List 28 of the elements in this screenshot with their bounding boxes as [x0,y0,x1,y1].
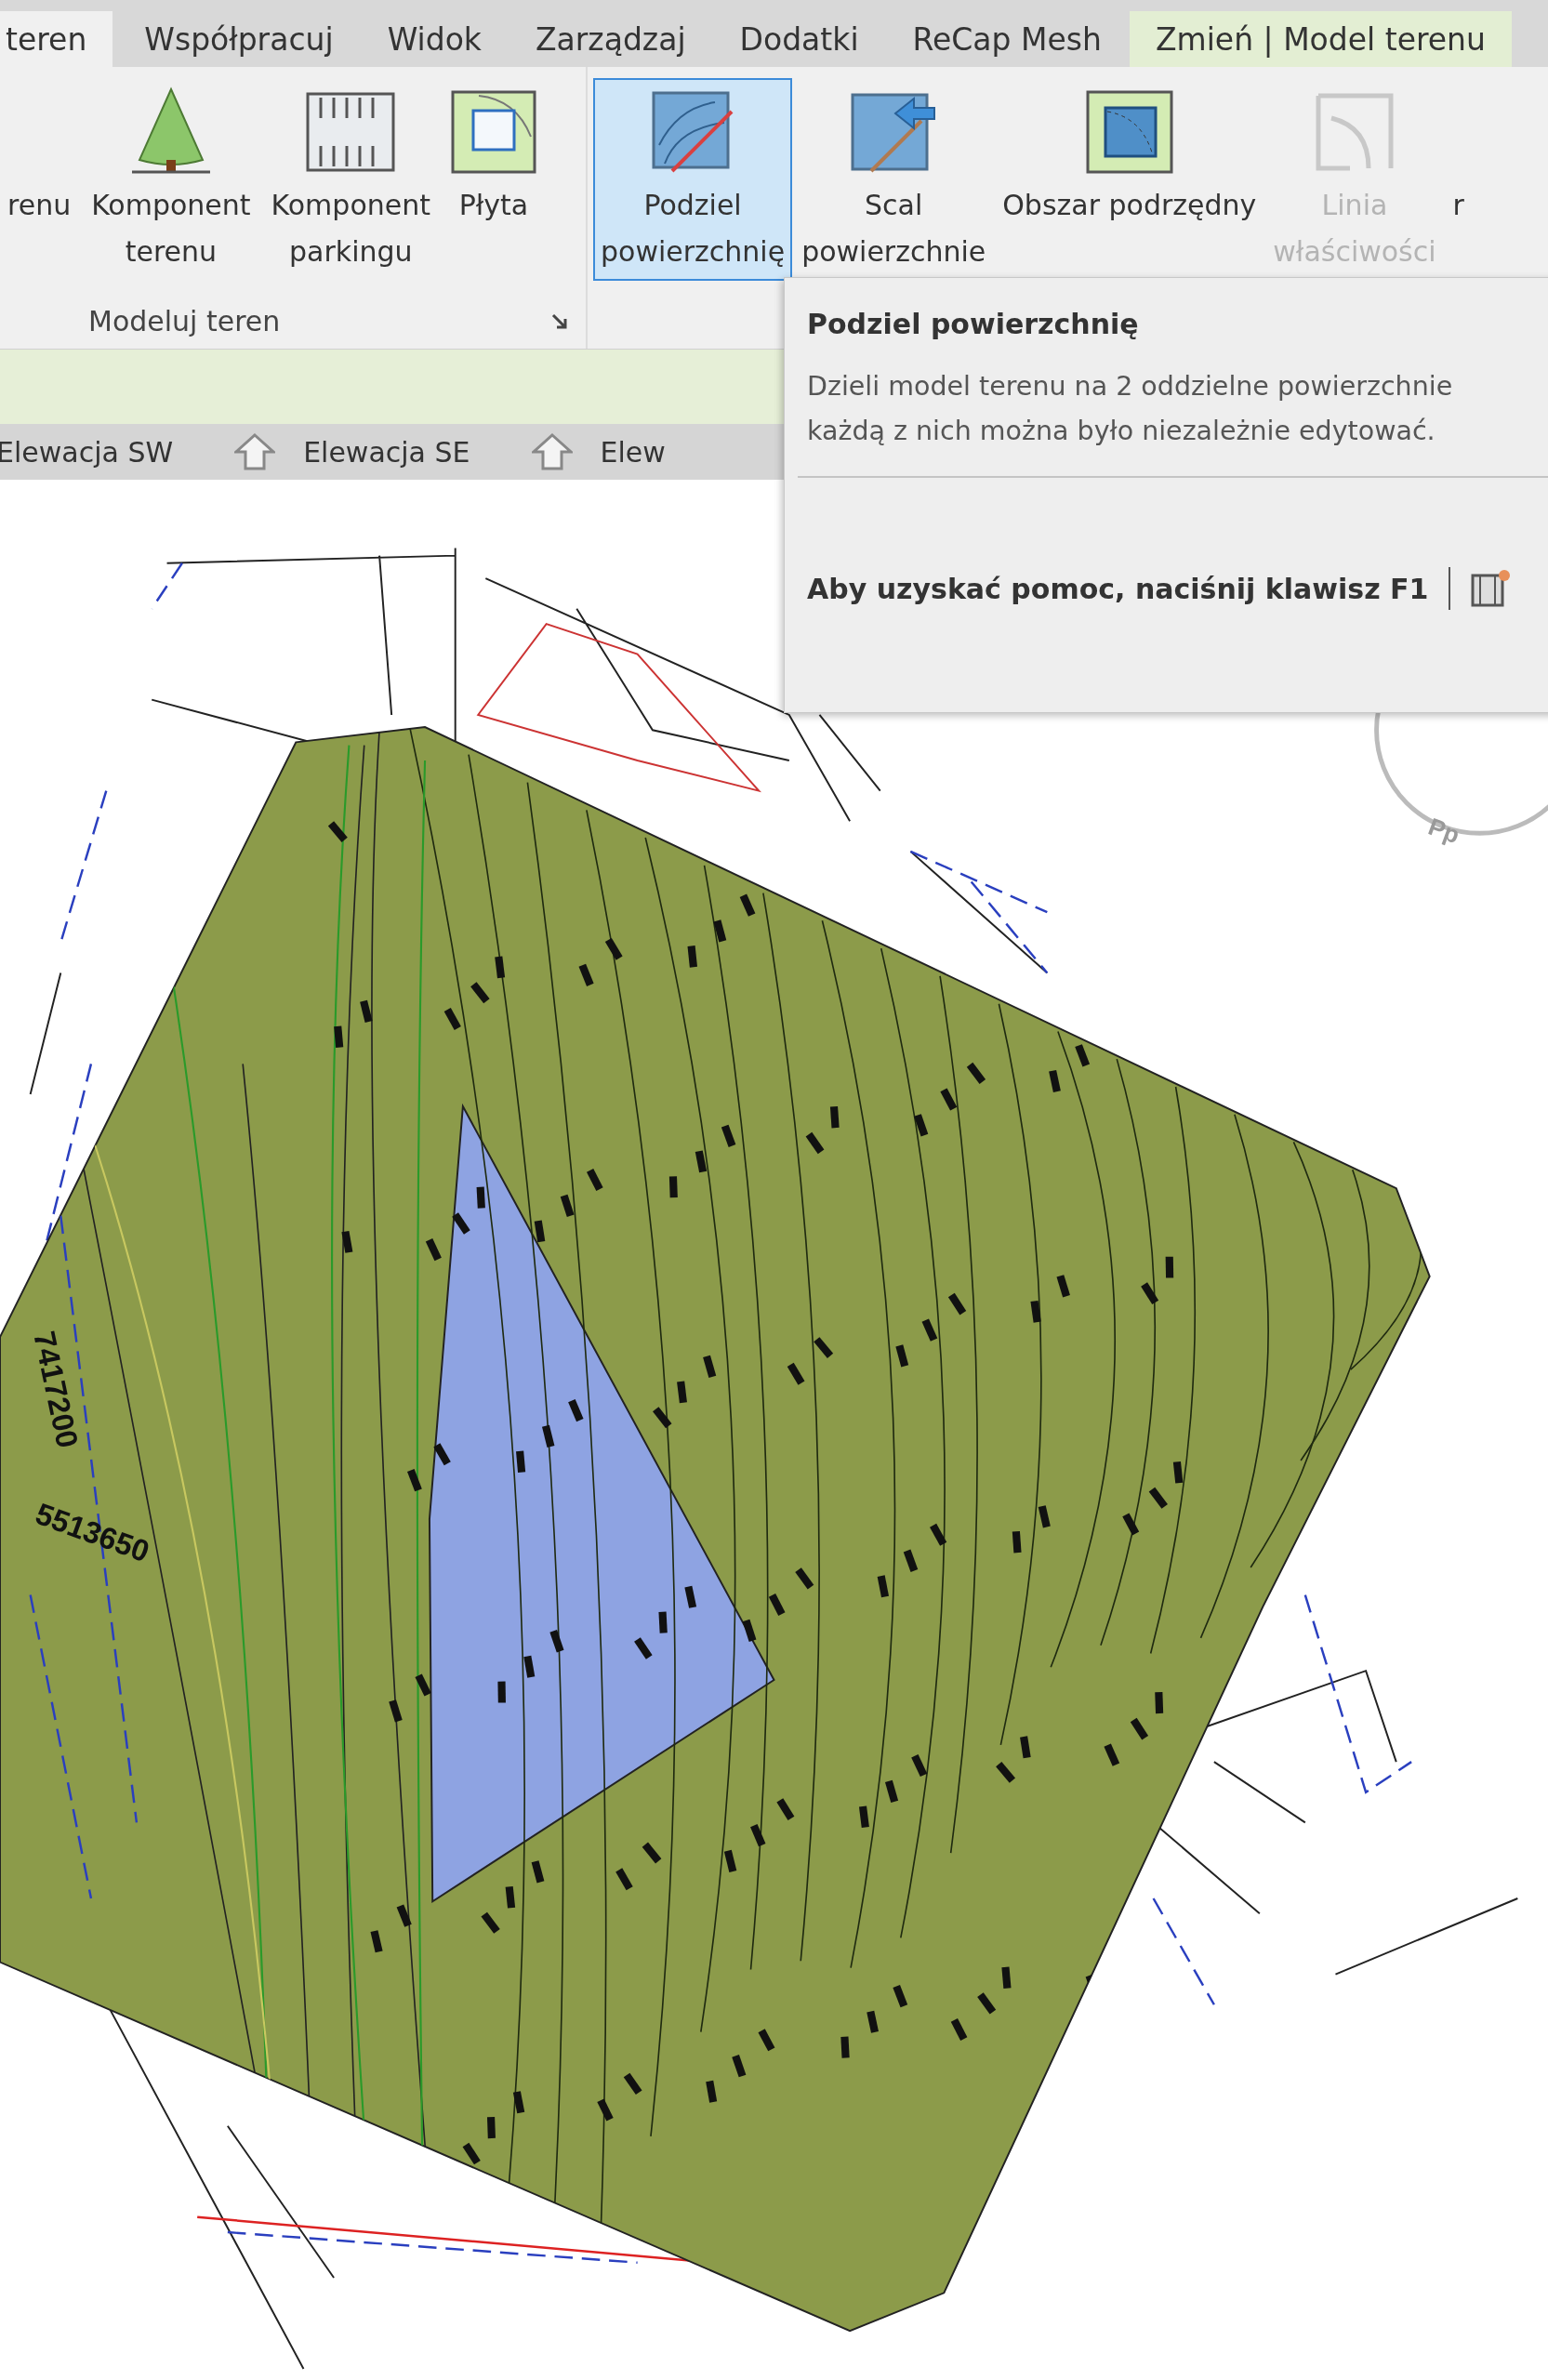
ribbon-tab[interactable]: ReCap Mesh [886,11,1128,67]
tooltip-description: Dzieli model terenu na 2 oddzielne powierzchnie każdą z nich można było niezależnie edytować. [806,370,1454,448]
ribbon-tab[interactable]: Zarządzaj [509,11,712,67]
coordinate-label: 7417200 [27,1328,86,1451]
ribbon-tab[interactable]: Widok [361,11,508,67]
coordinate-label: Pp [1424,812,1463,850]
panel-title: Modeluj teren [88,305,281,337]
subregion-icon [1084,89,1174,175]
ribbon-tab[interactable]: teren [0,11,113,67]
ribbon-tab[interactable]: Współpracuj [118,11,360,67]
parking-icon [306,92,396,172]
ribbon-button[interactable]: Komponent parkingu [263,78,438,281]
view-tab[interactable]: Elewacja SE [303,435,470,469]
tooltip-help-text: Aby uzyskać pomoc, naciśnij klawisz F1 [807,572,1429,605]
ribbon-button[interactable]: renu [0,78,79,281]
house-icon [531,433,573,470]
ribbon-button[interactable]: Płyta [443,78,544,281]
ribbon-button[interactable]: Komponent terenu [84,78,258,281]
view-tab[interactable]: Elew [600,435,666,469]
video-icon[interactable] [1471,568,1513,609]
tooltip-title: Podziel powierzchnię [806,307,1140,340]
slab-icon [451,90,536,174]
ribbon-tab[interactable]: Dodatki [713,11,885,67]
dialog-launcher-icon[interactable] [550,311,569,331]
ribbon-button[interactable]: r [1445,78,1472,281]
ribbon-button[interactable]: Podziel powierzchnię [593,78,793,281]
house-icon [234,433,276,470]
ribbon-tab[interactable]: Zmień | Model terenu [1129,11,1512,67]
